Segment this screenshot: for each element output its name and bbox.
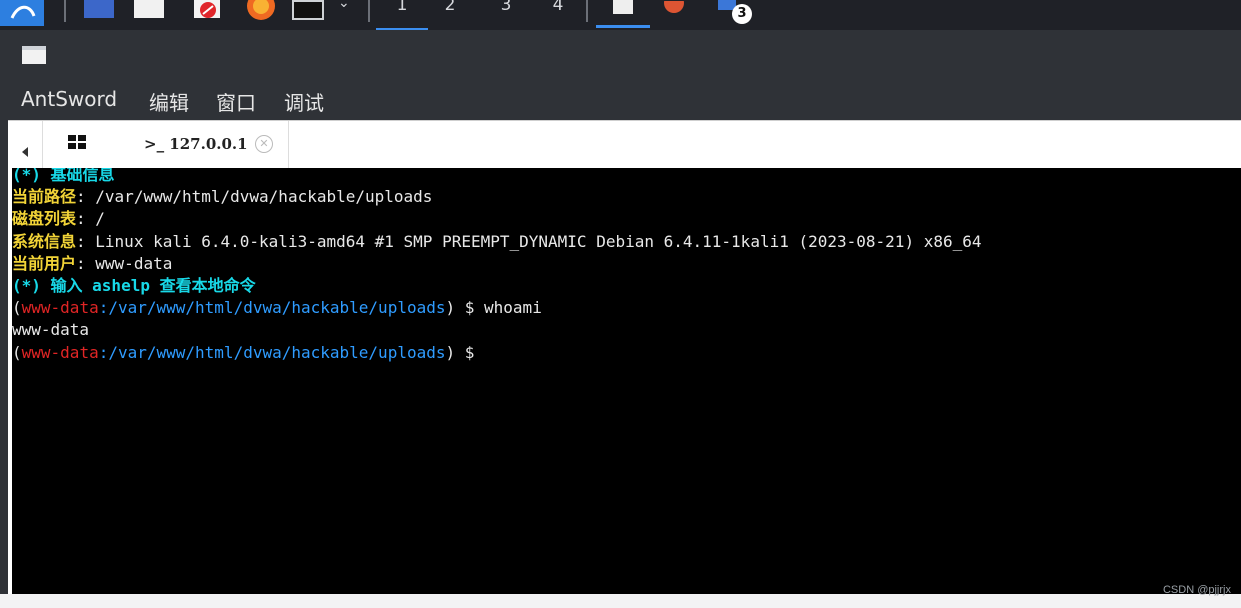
taskbar: ⌄ 1 2 3 4 3 xyxy=(0,0,1241,31)
window-app-icon xyxy=(22,46,46,64)
terminal-prompt-line: (www-data:/var/www/html/dvwa/hackable/up… xyxy=(12,298,542,317)
terminal-icon[interactable] xyxy=(292,0,324,20)
separator xyxy=(586,0,588,22)
kali-menu-icon[interactable] xyxy=(0,0,44,26)
terminal-line: www-data xyxy=(12,320,90,339)
workspace-4[interactable]: 4 xyxy=(538,0,578,28)
files-icon[interactable] xyxy=(84,0,114,18)
tab-terminal[interactable]: >_ 127.0.0.1 ✕ xyxy=(118,121,289,168)
bottom-strip xyxy=(0,594,1241,608)
separator xyxy=(64,0,66,22)
firefox-icon[interactable] xyxy=(244,0,278,20)
workspace-1[interactable]: 1 xyxy=(376,0,428,31)
workspace-2[interactable]: 2 xyxy=(430,0,470,28)
tab-grid[interactable] xyxy=(42,121,119,168)
terminal-output[interactable]: (*) 基础信息 当前路径: /var/www/html/dvwa/hackab… xyxy=(12,168,1241,594)
workspace-label: 4 xyxy=(552,0,564,15)
chevron-down-icon[interactable]: ⌄ xyxy=(338,0,354,20)
window-button-terminal[interactable] xyxy=(596,0,650,28)
window-count-badge: 3 xyxy=(732,4,752,24)
terminal-line: (*) 输入 ashelp 查看本地命令 xyxy=(12,276,256,295)
terminal-line: (*) 基础信息 xyxy=(12,168,115,184)
terminal-line: 当前用户: www-data xyxy=(12,254,173,273)
tab-terminal-label: >_ 127.0.0.1 xyxy=(144,135,248,153)
screenshot-icon[interactable] xyxy=(194,0,224,20)
window-icon xyxy=(613,0,633,14)
caret-left-icon xyxy=(22,147,28,157)
separator xyxy=(368,0,370,22)
workspace-label: 3 xyxy=(500,0,512,15)
tab-bar: >_ 127.0.0.1 ✕ xyxy=(8,120,1241,169)
menu-edit[interactable]: 编辑 xyxy=(149,87,189,116)
workspace-label: 2 xyxy=(444,0,456,15)
close-icon[interactable]: ✕ xyxy=(255,135,273,153)
window-title-bar[interactable] xyxy=(0,30,1241,80)
grid-icon xyxy=(68,135,86,149)
terminal-prompt-line: (www-data:/var/www/html/dvwa/hackable/up… xyxy=(12,343,475,362)
watermark: CSDN @pjjrjx xyxy=(1162,584,1231,596)
text-editor-icon[interactable] xyxy=(134,0,164,18)
terminal-line: 系统信息: Linux kali 6.4.0-kali3-amd64 #1 SM… xyxy=(12,232,982,251)
workspace-3[interactable]: 3 xyxy=(486,0,526,28)
menu-bar: AntSword 编辑 窗口 调试 xyxy=(0,80,1241,120)
window-button-antsword[interactable]: 3 xyxy=(718,0,768,30)
menu-debug[interactable]: 调试 xyxy=(284,87,324,116)
window-button-firefox[interactable] xyxy=(664,0,688,14)
menu-window[interactable]: 窗口 xyxy=(216,87,256,116)
window-left-border xyxy=(0,120,8,594)
terminal-line: 当前路径: /var/www/html/dvwa/hackable/upload… xyxy=(12,187,433,206)
workspace-label: 1 xyxy=(396,0,408,15)
tab-scroll-left-button[interactable] xyxy=(8,121,43,168)
terminal-line: 磁盘列表: / xyxy=(12,209,105,228)
menu-antsword[interactable]: AntSword xyxy=(21,87,117,111)
